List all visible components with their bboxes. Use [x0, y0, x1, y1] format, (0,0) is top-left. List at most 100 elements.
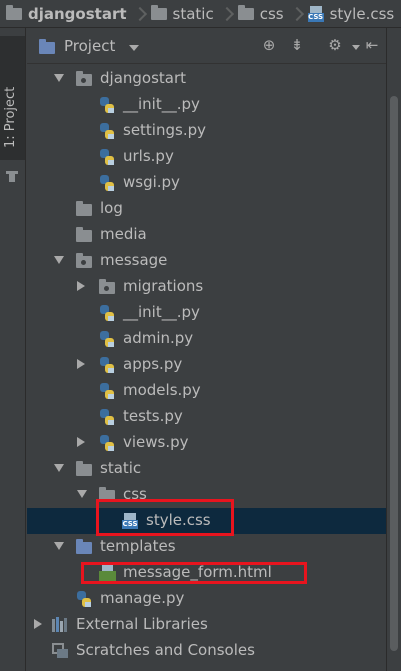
chevron-right-icon[interactable] [77, 437, 85, 447]
collapse-all-icon[interactable]: ⇟ [288, 36, 306, 54]
tree-item-label: media [100, 225, 147, 243]
tree-item[interactable]: apps.py [27, 352, 386, 378]
python-file-icon [99, 435, 115, 452]
tree-item[interactable]: settings.py [27, 118, 386, 144]
tree-item[interactable]: views.py [27, 430, 386, 456]
tree-item-label: migrations [123, 277, 204, 295]
libraries-icon [52, 617, 70, 632]
project-folder-icon [39, 39, 55, 58]
tree-item[interactable]: External Libraries [27, 612, 386, 638]
tool-window-strip: 1: Project [0, 28, 26, 671]
tree-item-label: log [100, 199, 123, 217]
tree-item-label: templates [100, 537, 176, 555]
tree-item[interactable]: templates [27, 534, 386, 560]
structure-icon-stem [9, 174, 15, 182]
tree-item[interactable]: models.py [27, 378, 386, 404]
tree-item-label: __init__.py [123, 95, 200, 113]
highlight-box-style-css [96, 499, 234, 536]
tree-item-label: admin.py [123, 329, 194, 347]
scrollbar[interactable] [386, 28, 401, 671]
folder-icon [237, 4, 254, 20]
tree-item-label: Scratches and Consoles [76, 641, 255, 659]
package-folder-icon [76, 253, 92, 268]
tree-item-label: message [100, 251, 168, 269]
python-file-icon [99, 149, 115, 166]
tree-item[interactable]: admin.py [27, 326, 386, 352]
tree-item[interactable]: wsgi.py [27, 170, 386, 196]
tree-item-label: __init__.py [123, 303, 200, 321]
package-folder-icon [99, 279, 115, 294]
panel-header: Project ⊕ ⇟ ⚙ ⇤ [27, 28, 386, 64]
tree-item[interactable]: __init__.py [27, 300, 386, 326]
tree-item-label: settings.py [123, 121, 206, 139]
tree-item[interactable]: message [27, 248, 386, 274]
scrollbar-thumb[interactable] [390, 96, 398, 651]
python-file-icon [99, 305, 115, 322]
breadcrumb-label: style.css [329, 4, 395, 23]
python-file-icon [99, 331, 115, 348]
chevron-down-icon[interactable] [54, 542, 64, 550]
folder-icon [76, 201, 92, 216]
panel-title[interactable]: Project [64, 37, 115, 55]
breadcrumb-item[interactable]: djangostart [0, 0, 147, 28]
highlight-box-message-form [81, 562, 307, 584]
tree-item[interactable]: static [27, 456, 386, 482]
breadcrumb-label: css [259, 4, 284, 23]
tree-item-label: apps.py [123, 355, 183, 373]
scratches-icon [52, 643, 68, 658]
breadcrumb-label: static [172, 4, 214, 23]
project-panel: Project ⊕ ⇟ ⚙ ⇤ djangostart __init__.py se… [27, 28, 386, 671]
hide-icon[interactable]: ⇤ [363, 36, 381, 54]
project-tool-tab-label: 1: Project [3, 86, 18, 148]
tree-item-label: wsgi.py [123, 173, 180, 191]
view-dropdown-icon[interactable] [129, 45, 139, 51]
tree-item[interactable]: urls.py [27, 144, 386, 170]
python-file-icon [99, 123, 115, 140]
breadcrumb-item[interactable]: CSS style.css [302, 0, 395, 28]
breadcrumb: djangostart static css CSS style.css [0, 0, 401, 28]
python-file-icon [99, 97, 115, 114]
tree-item-label: models.py [123, 381, 201, 399]
package-folder-icon [76, 71, 92, 86]
python-file-icon [99, 357, 115, 374]
tree-item[interactable]: djangostart [27, 66, 386, 92]
python-file-icon [99, 409, 115, 426]
locate-icon[interactable]: ⊕ [260, 36, 278, 54]
tree-item[interactable]: tests.py [27, 404, 386, 430]
chevron-down-icon[interactable] [77, 490, 87, 498]
tree-item[interactable]: media [27, 222, 386, 248]
project-tool-tab[interactable]: 1: Project [0, 36, 25, 160]
tree-item[interactable]: migrations [27, 274, 386, 300]
css-file-icon: CSS [307, 5, 324, 22]
gear-icon[interactable]: ⚙ [326, 36, 344, 54]
tree-item[interactable]: manage.py [27, 586, 386, 612]
folder-icon [6, 4, 22, 20]
tree-item-label: djangostart [100, 69, 187, 87]
chevron-right-icon[interactable] [77, 281, 85, 291]
python-file-icon [76, 591, 92, 608]
gear-dropdown-icon[interactable] [352, 45, 360, 50]
tree-item[interactable]: log [27, 196, 386, 222]
chevron-down-icon[interactable] [54, 74, 64, 82]
tree-item-label: manage.py [100, 589, 185, 607]
folder-icon [76, 227, 92, 242]
breadcrumb-label: djangostart [28, 4, 127, 23]
chevron-right-icon[interactable] [34, 619, 42, 629]
chevron-down-icon[interactable] [54, 464, 64, 472]
python-file-icon [99, 175, 115, 192]
breadcrumb-item[interactable]: static [145, 0, 234, 28]
folder-icon [150, 4, 167, 20]
chevron-right-icon[interactable] [77, 359, 85, 369]
python-file-icon [99, 383, 115, 400]
breadcrumb-item[interactable]: css [232, 0, 304, 28]
templates-folder-icon [76, 539, 92, 554]
tree-item-label: views.py [123, 433, 189, 451]
chevron-down-icon[interactable] [54, 256, 64, 264]
tree-item[interactable]: __init__.py [27, 92, 386, 118]
folder-icon [76, 461, 92, 476]
tree-item-label: urls.py [123, 147, 174, 165]
tree-item-label: External Libraries [76, 615, 208, 633]
tree-item-label: static [100, 459, 142, 477]
tree-item-label: tests.py [123, 407, 183, 425]
tree-item[interactable]: Scratches and Consoles [27, 638, 386, 664]
